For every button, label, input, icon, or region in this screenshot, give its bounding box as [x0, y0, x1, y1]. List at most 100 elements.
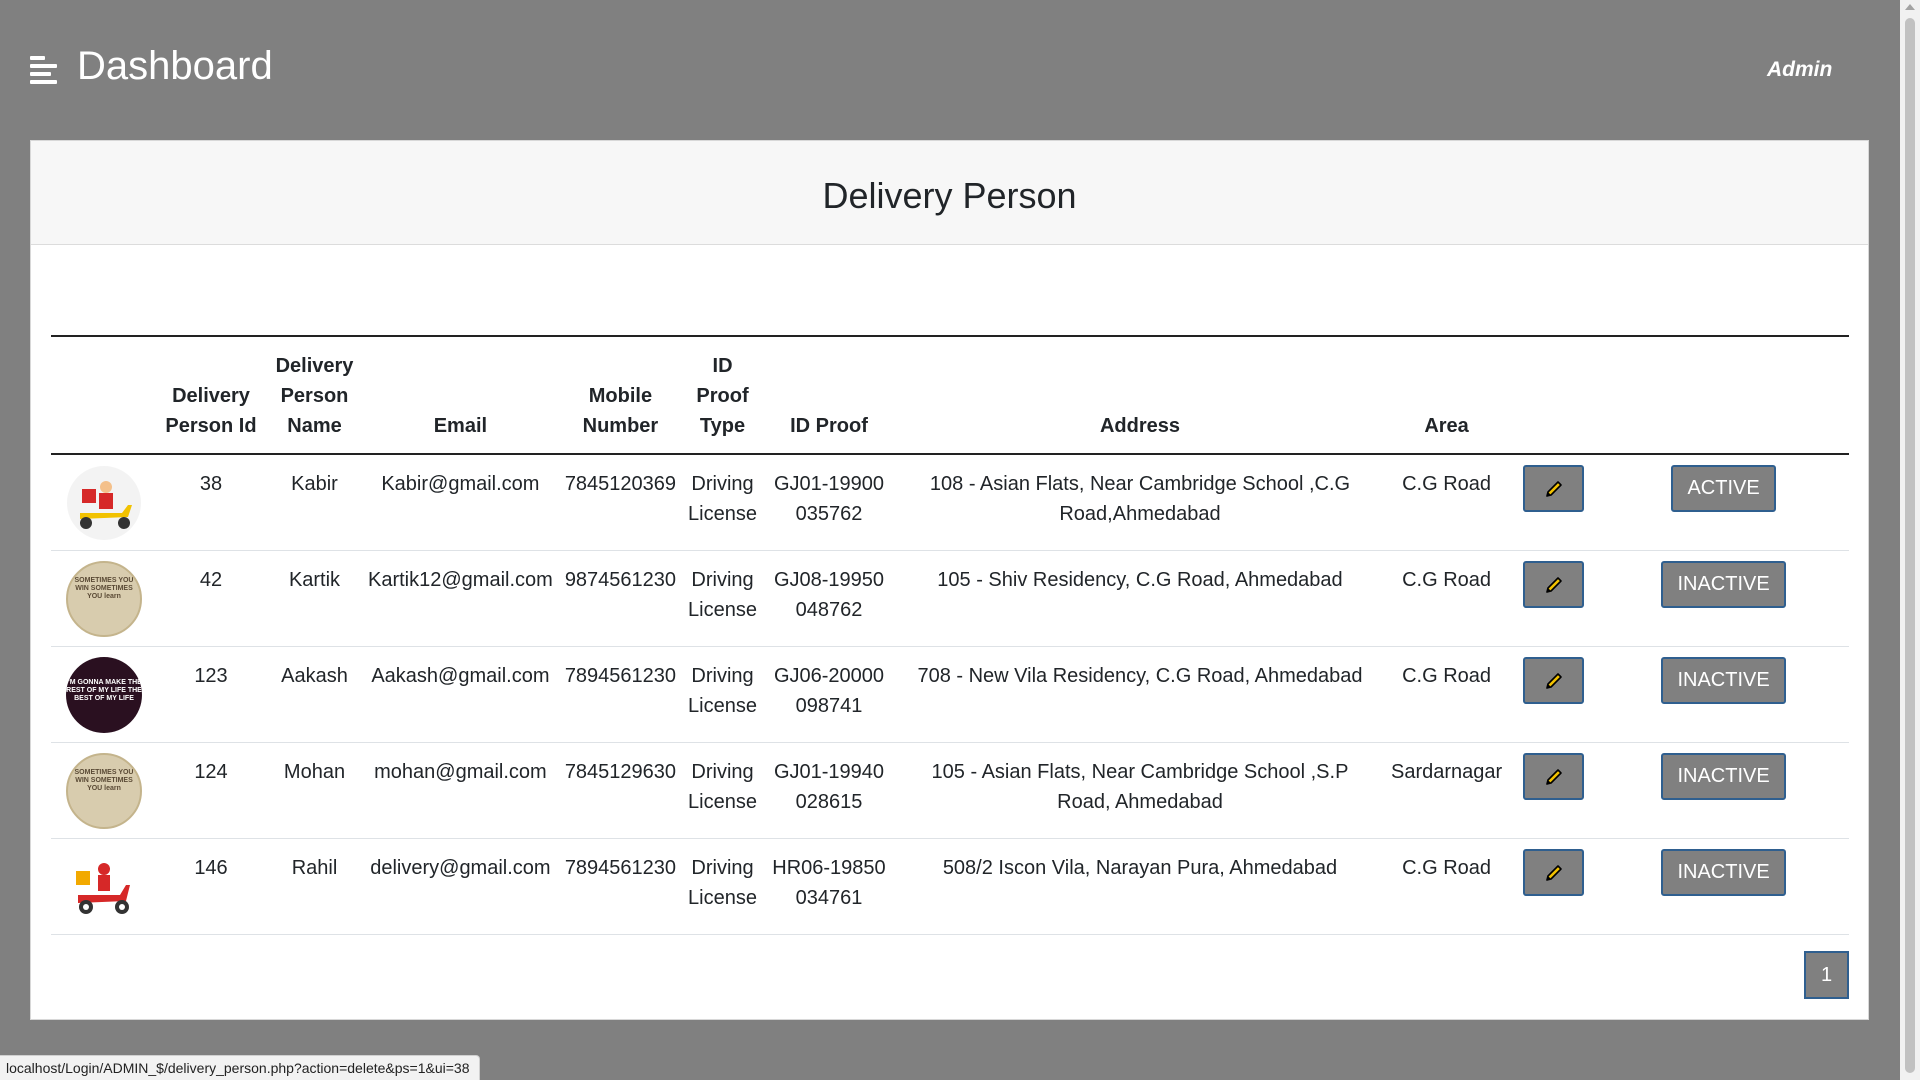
vertical-scrollbar[interactable] — [1900, 0, 1920, 1080]
top-bar: Dashboard Admin — [0, 0, 1900, 140]
col-address: Address — [894, 335, 1385, 455]
user-menu[interactable]: Admin — [1767, 58, 1832, 82]
cell-name: Rahil — [267, 838, 362, 935]
edit-button[interactable] — [1522, 560, 1584, 608]
scrollbar-thumb[interactable] — [1905, 18, 1915, 1073]
edit-button[interactable] — [1522, 656, 1584, 704]
cell-proof-type: Driving License — [682, 646, 763, 743]
cell-edit — [1508, 454, 1599, 551]
col-area: Area — [1384, 335, 1509, 455]
cell-edit — [1508, 742, 1599, 839]
status-toggle-button[interactable]: ACTIVE — [1671, 465, 1776, 512]
table-row: SOMETIMES YOU WIN SOMETIMES YOU learn 42 K… — [51, 550, 1849, 647]
col-proof-type: ID Proof Type — [682, 335, 763, 455]
table-row: SOMETIMES YOU WIN SOMETIMES YOU learn 124… — [51, 742, 1849, 839]
cell-id: 38 — [155, 454, 267, 551]
cell-name: Kabir — [267, 454, 362, 551]
col-edit — [1508, 335, 1599, 455]
cell-address: 508/2 Iscon Vila, Narayan Pura, Ahmedaba… — [894, 838, 1385, 935]
photo-cell: SOMETIMES YOU WIN SOMETIMES YOU learn — [51, 550, 155, 647]
cell-address: 108 - Asian Flats, Near Cambridge School… — [894, 454, 1385, 551]
photo-cell: SOMETIMES YOU WIN SOMETIMES YOU learn — [51, 742, 155, 839]
table-row: 146 Rahil delivery@gmail.com 7894561230 Driv… — [51, 838, 1849, 935]
table-row: I'M GONNA MAKE THE REST OF MY LIFE THE B… — [51, 646, 1849, 743]
cell-area: C.G Road — [1384, 838, 1509, 935]
col-id: Delivery Person Id — [155, 335, 267, 455]
cell-proof: HR06-19850034761 — [762, 838, 895, 935]
cell-address: 105 - Asian Flats, Near Cambridge School… — [894, 742, 1385, 839]
card-title: Delivery Person — [822, 174, 1077, 216]
status-toggle-button[interactable]: INACTIVE — [1661, 752, 1786, 800]
cell-proof-type: Driving License — [682, 838, 763, 935]
red-scooter-icon — [66, 848, 142, 925]
cell-proof: GJ01-19940028615 — [762, 742, 895, 839]
delivery-person-table: Delivery Person Id Delivery Person Name … — [51, 335, 1849, 935]
cell-id: 124 — [155, 742, 267, 839]
cell-edit — [1508, 646, 1599, 743]
cell-proof: GJ01-19900035762 — [762, 454, 895, 551]
page-title: Dashboard — [77, 44, 273, 88]
scooter-delivery-icon — [66, 465, 142, 541]
cell-address: 105 - Shiv Residency, C.G Road, Ahmedaba… — [894, 550, 1385, 647]
card-header: Delivery Person — [31, 141, 1868, 245]
cell-status: INACTIVE — [1598, 550, 1849, 647]
cell-status: ACTIVE — [1598, 454, 1849, 551]
cell-name: Aakash — [267, 646, 362, 743]
photo-cell — [51, 454, 155, 551]
cell-mobile: 7894561230 — [558, 646, 683, 743]
table-header: Delivery Person Id Delivery Person Name … — [51, 335, 1849, 455]
cell-email: Aakash@gmail.com — [362, 646, 559, 743]
cell-area: Sardarnagar — [1384, 742, 1509, 839]
cell-proof: GJ08-19950048762 — [762, 550, 895, 647]
cell-mobile: 9874561230 — [558, 550, 683, 647]
hamburger-menu-icon[interactable] — [30, 56, 57, 84]
cell-proof: GJ06-20000098741 — [762, 646, 895, 743]
status-toggle-button[interactable]: INACTIVE — [1661, 656, 1786, 704]
cell-area: C.G Road — [1384, 454, 1509, 551]
cell-area: C.G Road — [1384, 646, 1509, 743]
cell-email: delivery@gmail.com — [362, 838, 559, 935]
cell-edit — [1508, 550, 1599, 647]
cell-mobile: 7894561230 — [558, 838, 683, 935]
cell-id: 42 — [155, 550, 267, 647]
cell-status: INACTIVE — [1598, 646, 1849, 743]
cell-address: 708 - New Vila Residency, C.G Road, Ahme… — [894, 646, 1385, 743]
cell-name: Mohan — [267, 742, 362, 839]
cell-mobile: 7845120369 — [558, 454, 683, 551]
pagination-page-1[interactable]: 1 — [1804, 951, 1849, 999]
delivery-person-card: Delivery Person Delivery Person Id Deliv… — [30, 140, 1869, 1020]
quote-badge-image: SOMETIMES YOU WIN SOMETIMES YOU learn — [66, 560, 142, 637]
cell-email: mohan@gmail.com — [362, 742, 559, 839]
cell-proof-type: Driving License — [682, 742, 763, 839]
cell-email: Kabir@gmail.com — [362, 454, 559, 551]
status-toggle-button[interactable]: INACTIVE — [1661, 560, 1786, 608]
edit-button[interactable] — [1522, 465, 1584, 512]
photo-cell — [51, 838, 155, 935]
col-photo — [51, 335, 155, 455]
col-name: Delivery Person Name — [267, 335, 362, 455]
cell-mobile: 7845129630 — [558, 742, 683, 839]
edit-button[interactable] — [1522, 752, 1584, 800]
cell-area: C.G Road — [1384, 550, 1509, 647]
status-bar-url: localhost/Login/ADMIN_$/delivery_person.… — [0, 1055, 481, 1080]
col-email: Email — [362, 335, 559, 455]
cell-edit — [1508, 838, 1599, 935]
quote-badge-image: SOMETIMES YOU WIN SOMETIMES YOU learn — [66, 752, 142, 829]
photo-cell: I'M GONNA MAKE THE REST OF MY LIFE THE B… — [51, 646, 155, 743]
col-proof: ID Proof — [762, 335, 895, 455]
cell-status: INACTIVE — [1598, 742, 1849, 839]
dark-quote-image: I'M GONNA MAKE THE REST OF MY LIFE THE B… — [66, 656, 142, 733]
cell-email: Kartik12@gmail.com — [362, 550, 559, 647]
cell-proof-type: Driving License — [682, 550, 763, 647]
col-status — [1598, 335, 1849, 455]
scroll-up-icon[interactable] — [1905, 4, 1915, 10]
cell-name: Kartik — [267, 550, 362, 647]
edit-button[interactable] — [1522, 848, 1584, 896]
cell-status: INACTIVE — [1598, 838, 1849, 935]
cell-id: 146 — [155, 838, 267, 935]
cell-id: 123 — [155, 646, 267, 743]
status-toggle-button[interactable]: INACTIVE — [1661, 848, 1786, 896]
cell-proof-type: Driving License — [682, 454, 763, 551]
col-mobile: Mobile Number — [558, 335, 683, 455]
table-row: 38 Kabir Kabir@gmail.com 7845120369 Driving … — [51, 454, 1849, 551]
